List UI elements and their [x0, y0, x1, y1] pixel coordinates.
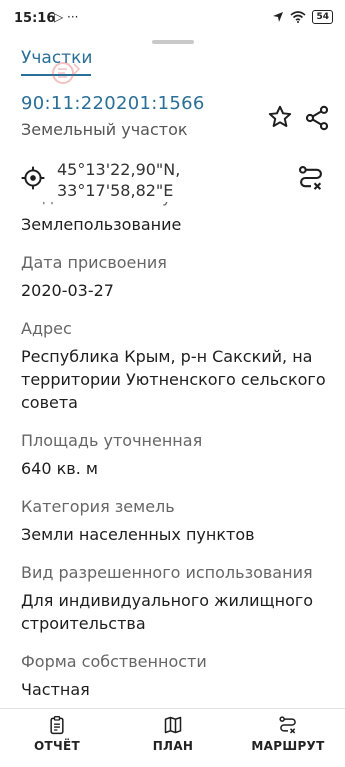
route-label: МАРШРУТ: [251, 739, 325, 753]
field-label: Адрес: [21, 319, 72, 338]
latitude-text[interactable]: 45°13'22,90"N,: [57, 160, 180, 179]
location-arrow-icon: [273, 12, 284, 22]
longitude-text[interactable]: 33°17'58,82"E: [57, 181, 173, 200]
field-area: Площадь уточненная 640 кв. м: [21, 430, 339, 480]
field-land-category: Категория земель Земли населенных пункто…: [21, 496, 339, 546]
field-assignment-date: Дата присвоения 2020-03-27: [21, 252, 339, 302]
field-permitted-use: Вид разрешенного использования Для индив…: [21, 562, 339, 635]
bottom-nav: ОТЧЁТ ПЛАН МАРШРУТ: [0, 709, 345, 767]
coordinates-bar: 45°13'22,90"N, 33°17'58,82"E: [0, 156, 345, 202]
field-address: Адрес Республика Крым, р-н Сакский, на т…: [21, 318, 339, 414]
route-icon[interactable]: [297, 164, 325, 192]
field-value: 2020-03-27: [21, 281, 114, 300]
field-label: Дата присвоения: [21, 253, 167, 272]
status-time: 15:16: [14, 11, 56, 26]
field-value: Землепользование: [21, 215, 182, 234]
route-button[interactable]: МАРШРУТ: [243, 715, 333, 753]
field-value: Для индивидуального жилищного строительс…: [21, 591, 314, 633]
field-value: Частная: [21, 680, 90, 699]
field-label: Площадь уточненная: [21, 431, 203, 450]
battery-icon: 54: [312, 10, 333, 24]
field-value: Республика Крым, р-н Сакский, на террито…: [21, 347, 326, 412]
parcel-details: Вид земельного участка Землепользование …: [21, 186, 339, 717]
cadastral-number[interactable]: 90:11:220201:1566: [21, 93, 205, 114]
watermark-logo: [52, 62, 81, 84]
route-nav-icon: [279, 716, 296, 734]
plan-button[interactable]: ПЛАН: [128, 715, 218, 753]
object-type: Земельный участок: [21, 120, 188, 139]
field-label: Форма собственности: [21, 652, 207, 671]
field-ownership: Форма собственности Частная: [21, 651, 339, 701]
crosshair-icon[interactable]: [20, 165, 46, 191]
notification-icons: ▷ ···: [54, 10, 79, 24]
wifi-icon: [290, 11, 306, 23]
field-value: 640 кв. м: [21, 459, 98, 478]
field-label: Вид разрешенного использования: [21, 563, 313, 582]
report-label: ОТЧЁТ: [34, 739, 80, 753]
map-icon: [164, 716, 182, 734]
report-icon: [50, 716, 64, 735]
field-value: Земли населенных пунктов: [21, 525, 255, 544]
status-right-icons: 54: [272, 10, 333, 24]
report-button[interactable]: ОТЧЁТ: [12, 715, 102, 753]
plan-label: ПЛАН: [152, 739, 194, 753]
field-label: Категория земель: [21, 497, 175, 516]
share-icon[interactable]: [303, 104, 331, 132]
star-icon[interactable]: [267, 104, 293, 130]
status-bar: 15:16 ▷ ··· 54: [0, 0, 345, 38]
